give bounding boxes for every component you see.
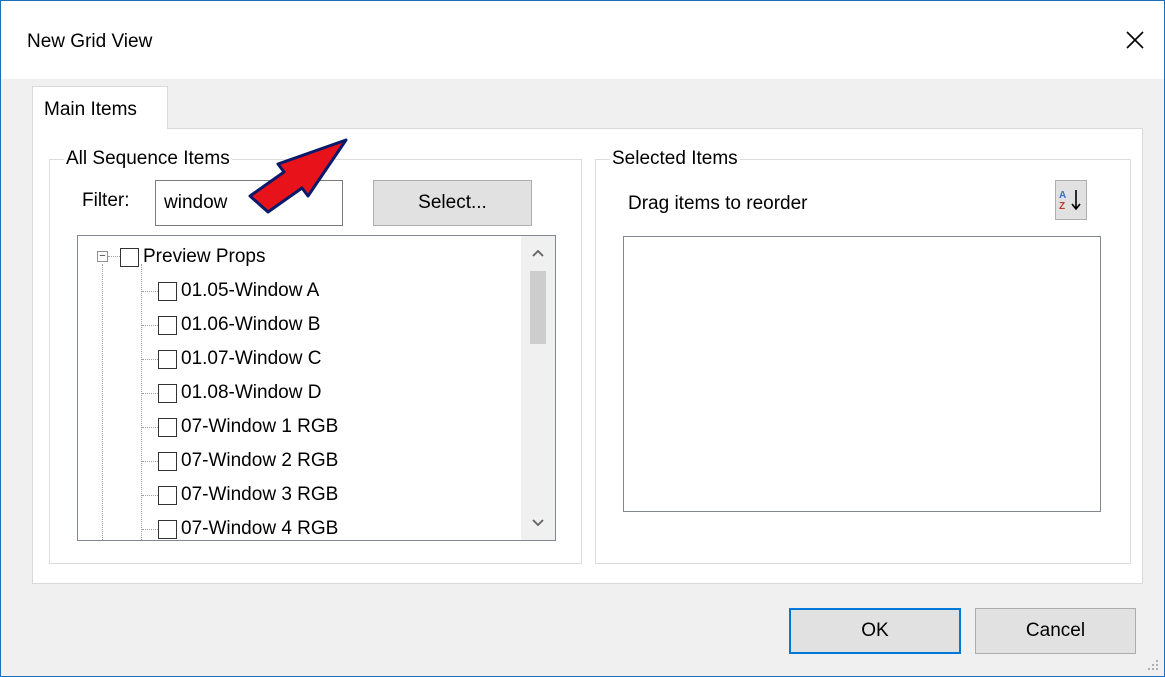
- tree-node[interactable]: 07-Window 4 RGB: [158, 512, 339, 540]
- ok-button[interactable]: OK: [789, 608, 961, 654]
- all-sequence-items-legend: All Sequence Items: [66, 148, 230, 169]
- checkbox[interactable]: [120, 247, 139, 267]
- tree-node-label: 01.05-Window A: [181, 280, 320, 301]
- scroll-up-button[interactable]: [521, 236, 555, 270]
- selected-items-list[interactable]: [623, 236, 1101, 512]
- chevron-up-icon: [532, 249, 544, 257]
- svg-text:A: A: [1059, 190, 1066, 201]
- tree-node[interactable]: 01.06-Window B: [158, 308, 320, 342]
- tree-node[interactable]: 01.05-Window A: [158, 274, 319, 308]
- svg-text:Z: Z: [1059, 201, 1065, 212]
- tree-connector: [142, 325, 158, 326]
- sort-button[interactable]: A Z: [1055, 180, 1087, 220]
- checkbox[interactable]: [158, 519, 177, 539]
- tree-node[interactable]: 01.07-Window C: [158, 342, 321, 376]
- tree-connector: [142, 427, 158, 428]
- close-button[interactable]: [1106, 1, 1164, 79]
- tree-connector: [142, 495, 158, 496]
- checkbox[interactable]: [158, 417, 177, 437]
- tree-node-label: 07-Window 2 RGB: [181, 450, 339, 471]
- tree-node-label: 01.06-Window B: [181, 314, 321, 335]
- resize-grip-icon[interactable]: [1147, 659, 1159, 671]
- sequence-items-tree[interactable]: − Preview Props 01.05-Window A 01.06-Win…: [77, 235, 556, 541]
- collapse-icon[interactable]: −: [97, 251, 108, 262]
- tree-connector: [142, 359, 158, 360]
- tree-connector: [108, 256, 120, 257]
- tree-node-root[interactable]: Preview Props: [120, 240, 266, 274]
- tree-node[interactable]: 07-Window 2 RGB: [158, 444, 338, 478]
- window-title: New Grid View: [27, 31, 153, 52]
- checkbox[interactable]: [158, 383, 177, 403]
- chevron-down-icon: [532, 519, 544, 527]
- tab-main-items[interactable]: Main Items: [32, 86, 168, 129]
- tree-node-label: 01.07-Window C: [181, 348, 322, 369]
- tree-node[interactable]: 07-Window 3 RGB: [158, 478, 338, 512]
- checkbox[interactable]: [158, 485, 177, 505]
- select-button[interactable]: Select...: [373, 180, 532, 226]
- selected-items-legend: Selected Items: [612, 148, 738, 169]
- checkbox[interactable]: [158, 451, 177, 471]
- tree-node-label: 07-Window 1 RGB: [181, 416, 339, 437]
- tree-guide-line: [102, 264, 103, 540]
- tab-label: Main Items: [44, 99, 137, 120]
- title-bar: New Grid View: [1, 1, 1164, 79]
- cancel-button[interactable]: Cancel: [975, 608, 1136, 654]
- tree-connector: [142, 529, 158, 530]
- close-icon: [1126, 31, 1144, 49]
- scroll-down-button[interactable]: [521, 506, 555, 540]
- drag-hint-label: Drag items to reorder: [628, 193, 808, 214]
- checkbox[interactable]: [158, 315, 177, 335]
- tree-node[interactable]: 01.08-Window D: [158, 376, 321, 410]
- sort-az-icon: A Z: [1059, 190, 1081, 212]
- tree-node-label: 01.08-Window D: [181, 382, 322, 403]
- checkbox[interactable]: [158, 349, 177, 369]
- tree-scrollbar[interactable]: [521, 236, 555, 540]
- scroll-thumb[interactable]: [530, 271, 546, 344]
- annotation-arrow-icon: [248, 138, 348, 214]
- tree-node-label: 07-Window 4 RGB: [181, 518, 339, 539]
- tree-node[interactable]: 07-Window 1 RGB: [158, 410, 338, 444]
- tree-guide-line: [141, 264, 142, 540]
- tree-connector: [142, 291, 158, 292]
- tree-connector: [142, 393, 158, 394]
- checkbox[interactable]: [158, 281, 177, 301]
- filter-label: Filter:: [82, 190, 130, 211]
- tree-node-label: 07-Window 3 RGB: [181, 484, 339, 505]
- tree-connector: [142, 461, 158, 462]
- tree-node-label: Preview Props: [143, 246, 266, 267]
